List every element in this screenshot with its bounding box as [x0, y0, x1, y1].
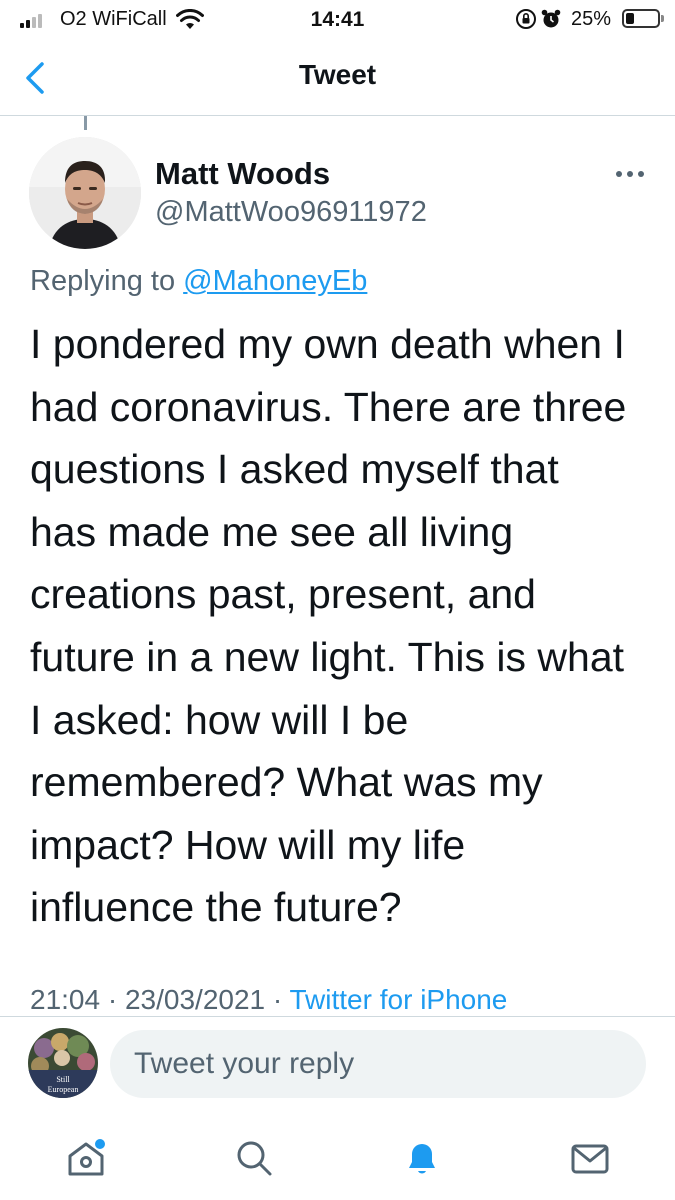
- more-options-button[interactable]: [610, 160, 650, 188]
- tweet-text-line: had coronavirus. There are three: [30, 383, 627, 430]
- tweet-text-line: creations past, present, and: [30, 571, 536, 618]
- battery-icon: [622, 9, 660, 28]
- tweet-text-line: has made me see all living: [30, 508, 514, 555]
- divider: [0, 1016, 675, 1017]
- tweet-text-line: I pondered my own death when I: [30, 321, 625, 367]
- author-handle[interactable]: @MattWoo96911972: [155, 196, 427, 229]
- reply-input[interactable]: Tweet your reply: [110, 1030, 646, 1098]
- meta-separator: ·: [265, 984, 290, 1015]
- user-avatar-image: Still European: [28, 1028, 98, 1098]
- avatar-text-line-2: European: [48, 1085, 79, 1094]
- tweet-text-line: I asked: how will I be: [30, 696, 409, 743]
- battery-percent: 25%: [571, 8, 612, 30]
- tweet-date: 23/03/2021: [124, 984, 266, 1015]
- author-avatar[interactable]: [29, 137, 141, 249]
- thread-connector-line: [84, 116, 87, 130]
- replying-to-link[interactable]: @MahoneyEb: [183, 265, 367, 297]
- reply-placeholder: Tweet your reply: [134, 1047, 355, 1080]
- bell-icon: [409, 1144, 435, 1174]
- author-name[interactable]: Matt Woods: [155, 156, 330, 192]
- tab-search[interactable]: [230, 1134, 278, 1182]
- tweet-text: I pondered my own death when I had corona…: [30, 313, 660, 939]
- navigation-bar: Tweet: [0, 40, 675, 116]
- tweet-time: 21:04: [30, 984, 101, 1015]
- search-icon: [237, 1141, 272, 1176]
- alarm-icon: [541, 9, 561, 28]
- meta-separator: ·: [100, 984, 125, 1015]
- mail-icon: [571, 1144, 609, 1174]
- avatar-text-line-1: Still: [56, 1075, 70, 1084]
- battery-tip: [661, 15, 664, 22]
- tweet-source-link[interactable]: Twitter for iPhone: [290, 984, 508, 1015]
- orientation-lock-icon: [516, 9, 536, 29]
- tweet-text-line: remembered? What was my: [30, 759, 543, 806]
- tweet-text-line: future in a new light. This is what: [30, 633, 625, 680]
- tab-bar: [0, 1120, 675, 1200]
- tweet-text-line: questions I asked myself that: [30, 446, 559, 493]
- tweet-metadata: 21:04 · 23/03/2021 · Twitter for iPhone: [30, 984, 507, 1016]
- status-bar: O2 WiFiCall 14:41 25%: [0, 0, 675, 40]
- author-photo: [29, 137, 141, 249]
- tweet-text-line: impact? How will my life: [30, 821, 466, 868]
- replying-prefix: Replying to: [30, 265, 184, 297]
- home-icon: [68, 1139, 105, 1176]
- replying-to: Replying to @MahoneyEb: [30, 265, 367, 298]
- more-horizontal-icon: [616, 171, 644, 177]
- tab-home[interactable]: [62, 1134, 110, 1182]
- tab-notifications[interactable]: [398, 1134, 446, 1182]
- user-avatar[interactable]: Still European: [28, 1028, 98, 1098]
- page-title: Tweet: [298, 59, 377, 90]
- tweet-text-line: influence the future?: [30, 884, 402, 931]
- tab-messages[interactable]: [566, 1134, 614, 1182]
